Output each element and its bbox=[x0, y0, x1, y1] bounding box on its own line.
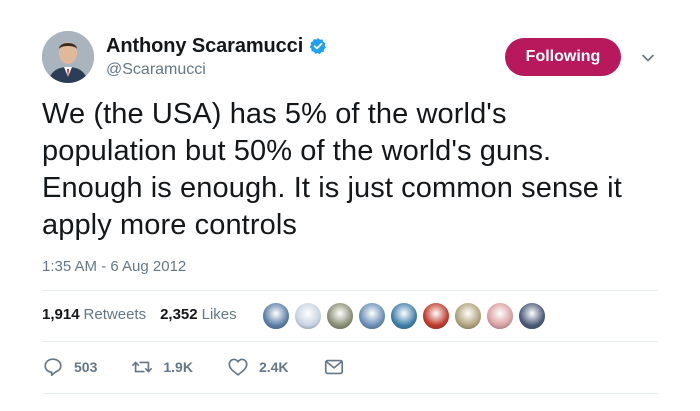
tweet-text: We (the USA) has 5% of the world's popul… bbox=[42, 98, 622, 241]
reply-button[interactable]: 503 bbox=[42, 356, 97, 378]
retweet-count: 1.9K bbox=[163, 359, 193, 375]
liker-avatar-8[interactable] bbox=[486, 302, 514, 330]
likes-label: Likes bbox=[201, 306, 237, 323]
tweet-timestamp[interactable]: 1:35 AM - 6 Aug 2012 bbox=[42, 258, 186, 275]
author-name-row: Anthony Scaramucci bbox=[106, 34, 327, 58]
reply-count: 503 bbox=[74, 359, 98, 375]
following-button[interactable]: Following bbox=[505, 38, 621, 76]
tweet-actions: 503 1.9K 2.4K bbox=[42, 356, 379, 378]
chevron-down-icon[interactable] bbox=[641, 51, 655, 65]
like-button[interactable]: 2.4K bbox=[227, 356, 289, 378]
author-display-name[interactable]: Anthony Scaramucci bbox=[106, 35, 303, 58]
likes-count: 2,352 bbox=[160, 306, 198, 323]
liker-avatar-7[interactable] bbox=[454, 302, 482, 330]
liker-avatar-1[interactable] bbox=[262, 302, 290, 330]
retweets-label: Retweets bbox=[83, 306, 147, 323]
direct-message-button[interactable] bbox=[323, 356, 345, 378]
likers-avatars bbox=[262, 302, 550, 330]
divider bbox=[42, 341, 658, 342]
liker-avatar-9[interactable] bbox=[518, 302, 546, 330]
liker-avatar-2[interactable] bbox=[294, 302, 322, 330]
liker-avatar-3[interactable] bbox=[326, 302, 354, 330]
envelope-icon bbox=[324, 359, 343, 375]
reply-icon bbox=[44, 358, 62, 377]
heart-icon bbox=[228, 358, 248, 376]
author-info: Anthony Scaramucci @Scaramucci bbox=[106, 34, 327, 79]
avatar-image bbox=[42, 31, 94, 83]
like-count: 2.4K bbox=[258, 359, 289, 375]
retweets-stat[interactable]: 1,914 Retweets bbox=[42, 306, 146, 323]
verified-badge-icon bbox=[309, 37, 327, 55]
likes-stat[interactable]: 2,352 Likes bbox=[160, 306, 237, 323]
liker-avatar-4[interactable] bbox=[358, 302, 386, 330]
retweets-count: 1,914 bbox=[42, 306, 80, 323]
liker-avatar-6[interactable] bbox=[422, 302, 450, 330]
author-avatar[interactable] bbox=[42, 31, 94, 83]
tweet-stats: 1,914 Retweets 2,352 Likes bbox=[42, 306, 251, 323]
tweet-card: Anthony Scaramucci @Scaramucci Following… bbox=[0, 0, 700, 411]
liker-avatar-5[interactable] bbox=[390, 302, 418, 330]
divider bbox=[42, 290, 658, 291]
author-handle[interactable]: @Scaramucci bbox=[106, 61, 327, 79]
divider bbox=[42, 393, 658, 394]
retweet-button[interactable]: 1.9K bbox=[131, 356, 193, 378]
retweet-icon bbox=[132, 361, 153, 373]
